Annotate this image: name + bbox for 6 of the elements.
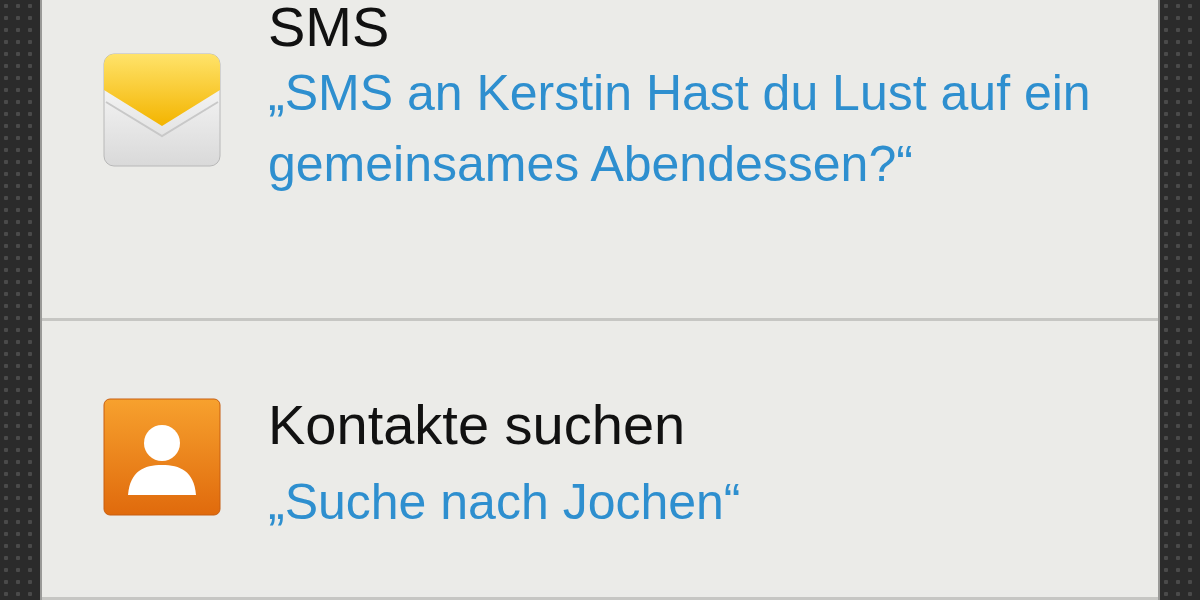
command-title: Kontakte suchen bbox=[268, 395, 686, 455]
envelope-icon bbox=[102, 50, 222, 170]
command-example: „Suche nach Jochen“ bbox=[268, 473, 742, 532]
command-example: „SMS an Kerstin Hast du Lust auf ein gemeinsames Abendessen?“ bbox=[268, 64, 1092, 194]
command-title: SMS bbox=[268, 0, 390, 54]
contact-icon bbox=[102, 397, 222, 517]
